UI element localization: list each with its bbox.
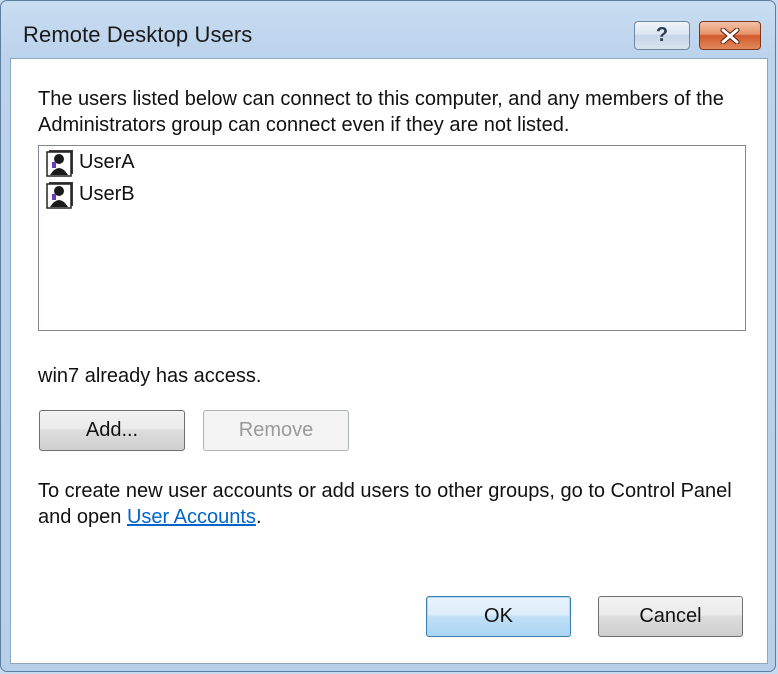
cancel-button[interactable]: Cancel	[598, 596, 743, 637]
help-icon: ?	[655, 24, 669, 46]
list-item-user-a[interactable]: UserA	[39, 146, 745, 178]
close-button[interactable]	[699, 21, 761, 50]
info-text-suffix: .	[255, 506, 262, 528]
info-text: To create new user accounts or add users…	[38, 478, 748, 530]
list-item-user-b[interactable]: UserB	[39, 178, 745, 210]
remote-desktop-users-dialog: Remote Desktop Users ? The users listed …	[0, 0, 776, 672]
add-button[interactable]: Add...	[39, 410, 185, 451]
close-icon	[720, 27, 740, 44]
user-list[interactable]: UserA UserB	[38, 145, 746, 331]
help-button[interactable]: ?	[634, 21, 690, 50]
user-accounts-link[interactable]: User Accounts	[127, 506, 256, 528]
user-icon	[46, 150, 73, 177]
ok-button[interactable]: OK	[426, 596, 571, 637]
description-text: The users listed below can connect to th…	[38, 88, 724, 136]
access-status-text: win7 already has access.	[38, 365, 262, 387]
title-bar[interactable]: Remote Desktop Users ?	[1, 1, 775, 57]
user-name: UserB	[79, 182, 135, 205]
window-title: Remote Desktop Users	[23, 22, 253, 47]
user-name: UserA	[79, 150, 135, 173]
dialog-body: The users listed below can connect to th…	[10, 58, 768, 664]
remove-button[interactable]: Remove	[203, 410, 349, 451]
user-icon	[46, 182, 73, 209]
